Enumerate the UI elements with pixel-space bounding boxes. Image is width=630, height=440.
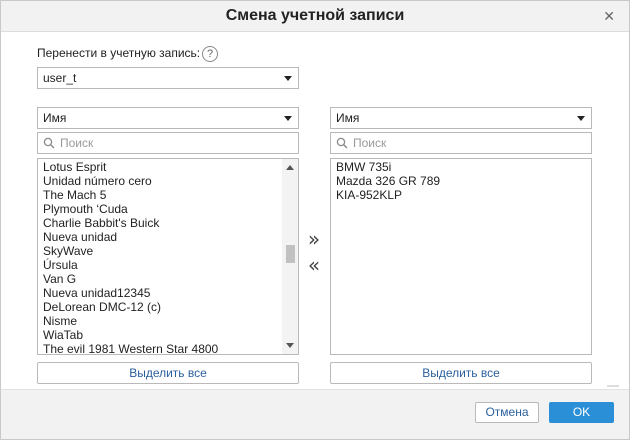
list-item[interactable]: Plymouth ‘Cuda [43,202,298,216]
right-select-all-button[interactable]: Выделить все [330,362,592,384]
list-item[interactable]: Nueva unidad12345 [43,286,298,300]
left-list-scrollbar[interactable] [282,159,298,354]
list-item[interactable]: Lotus Esprit [43,160,298,174]
dialog-title: Смена учетной записи [225,7,405,24]
left-sort-select[interactable]: Имя [37,107,299,129]
move-right-icon[interactable]: » [305,229,323,249]
list-item[interactable]: SkyWave [43,244,298,258]
transfer-label: Перенести в учетную запись: [37,46,201,60]
left-sort-value: Имя [43,111,67,125]
list-item[interactable]: WiaTab [43,328,298,342]
resize-grip [607,385,619,387]
dialog-titlebar: Смена учетной записи ✕ [1,1,629,32]
left-search-placeholder: Поиск [60,136,94,150]
list-item[interactable]: Van G [43,272,298,286]
change-account-dialog: Смена учетной записи ✕ Перенести в учетн… [0,0,630,440]
right-unit-list[interactable]: BMW 735i Mazda 326 GR 789 KIA-952KLP [330,158,592,355]
right-sort-value: Имя [336,111,360,125]
left-search-input[interactable]: Поиск [37,132,299,154]
list-item[interactable]: Mazda 326 GR 789 [336,174,591,188]
list-item[interactable]: Charlie Babbit's Buick [43,216,298,230]
scroll-up-icon[interactable] [286,165,294,170]
close-icon[interactable]: ✕ [603,9,615,23]
list-item[interactable]: Nueva unidad [43,230,298,244]
list-item[interactable]: Unidad número cero [43,174,298,188]
left-select-all-button[interactable]: Выделить все [37,362,299,384]
search-icon [43,137,55,149]
help-icon[interactable]: ? [202,46,218,62]
list-item[interactable]: DeLorean DMC-12 (c) [43,300,298,314]
list-item[interactable]: BMW 735i [336,160,591,174]
list-item[interactable]: The evil 1981 Western Star 4800 [43,342,298,354]
chevron-down-icon [284,116,292,121]
move-left-icon[interactable]: « [305,255,323,275]
account-select-value: user_t [43,71,77,85]
right-sort-select[interactable]: Имя [330,107,592,129]
chevron-down-icon [577,116,585,121]
chevron-down-icon [284,76,292,81]
scrollbar-thumb[interactable] [286,245,295,263]
left-unit-list[interactable]: Lotus Esprit Unidad número cero The Mach 5… [37,158,299,355]
right-search-input[interactable]: Поиск [330,132,592,154]
list-item[interactable]: Nisme [43,314,298,328]
ok-button[interactable]: OK [549,402,614,423]
list-item[interactable]: The Mach 5 [43,188,298,202]
cancel-button[interactable]: Отмена [475,402,539,423]
account-select[interactable]: user_t [37,67,299,89]
list-item[interactable]: KIA-952KLP [336,188,591,202]
right-search-placeholder: Поиск [353,136,387,150]
list-item[interactable]: Úrsula [43,258,298,272]
scroll-down-icon[interactable] [286,343,294,348]
search-icon [336,137,348,149]
